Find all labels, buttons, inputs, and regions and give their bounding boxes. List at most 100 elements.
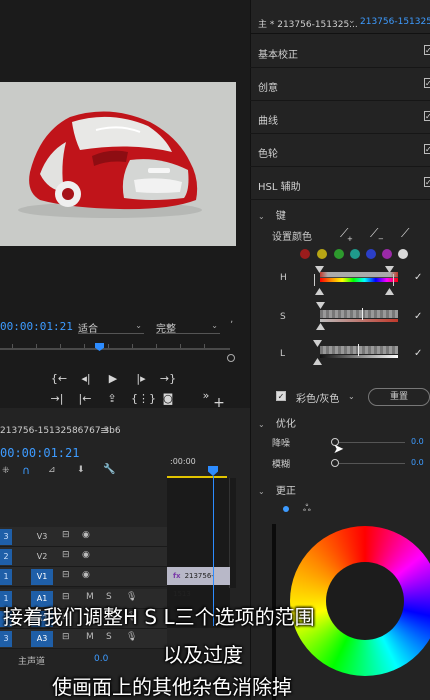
- extract-icon[interactable]: {⋮}: [131, 391, 156, 407]
- mark-in-icon[interactable]: {←: [50, 371, 68, 387]
- play-icon[interactable]: ▶: [104, 371, 122, 387]
- linked-selection-icon[interactable]: ⊿: [48, 465, 56, 475]
- settings-icon[interactable]: ʼ: [230, 320, 233, 331]
- eye-icon[interactable]: ◉: [82, 550, 90, 560]
- track-row-a3[interactable]: 3 A3 ⊟ M S 🎙: [0, 629, 167, 649]
- scrub-tick: [204, 344, 205, 348]
- playback-resolution-dropdown[interactable]: 完整 ⌄: [156, 320, 220, 335]
- optimize-subsection[interactable]: ⌄ 优化: [258, 415, 296, 430]
- preset-swatch-green[interactable]: [334, 249, 344, 259]
- track-target[interactable]: V1: [31, 569, 53, 585]
- solo-button[interactable]: S: [106, 632, 112, 642]
- panel-menu-icon[interactable]: ≡: [100, 424, 109, 437]
- track-row-v3[interactable]: 3 V3 ⊟ ◉: [0, 527, 167, 547]
- lift-icon[interactable]: ⇪: [103, 391, 121, 407]
- lightness-range-slider[interactable]: [320, 344, 398, 358]
- master-track[interactable]: 主声道 0.0: [0, 650, 167, 670]
- add-marker-icon[interactable]: ⬇: [77, 465, 85, 475]
- preset-swatch-yellow[interactable]: [317, 249, 327, 259]
- track-row-v1[interactable]: 1 V1 ⊟ ◉: [0, 567, 167, 587]
- color-gray-checkbox[interactable]: ✓: [276, 391, 286, 401]
- blur-slider-knob[interactable]: [331, 459, 339, 467]
- saturation-enable-checkbox[interactable]: ✓: [414, 312, 424, 322]
- track-target[interactable]: V2: [31, 549, 53, 565]
- master-volume-value[interactable]: 0.0: [94, 654, 108, 664]
- monitor-scrub-bar[interactable]: [0, 344, 230, 350]
- correction-subsection[interactable]: ⌄ 更正: [258, 482, 296, 497]
- single-wheel-mode-icon[interactable]: [283, 506, 289, 512]
- source-patch[interactable]: 3: [0, 631, 12, 647]
- enable-checkbox[interactable]: ✓: [424, 144, 430, 154]
- video-clip[interactable]: fx 213756-1513: [167, 567, 230, 598]
- source-patch[interactable]: 3: [0, 529, 12, 545]
- timeline-settings-icon[interactable]: 🔧: [103, 464, 115, 475]
- chevron-down-icon[interactable]: ⌄: [258, 420, 265, 429]
- track-target[interactable]: A3: [31, 631, 53, 647]
- snap-icon[interactable]: ∩: [22, 464, 30, 477]
- minus-sign: −: [378, 235, 384, 243]
- scrub-end-handle[interactable]: [227, 354, 235, 362]
- reset-button[interactable]: 重置: [368, 388, 430, 406]
- chevron-down-icon[interactable]: ⌄: [348, 16, 356, 26]
- chevron-down-icon[interactable]: ⌄: [258, 212, 265, 221]
- lightness-enable-checkbox[interactable]: ✓: [414, 349, 424, 359]
- three-wheel-mode-icon[interactable]: ஃ: [303, 503, 311, 515]
- key-subsection[interactable]: ⌄ 键: [258, 207, 286, 222]
- master-clip-label[interactable]: 主 * 213756-151325...: [258, 17, 358, 30]
- eye-icon[interactable]: ◉: [82, 570, 90, 580]
- blur-value[interactable]: 0.0: [411, 458, 424, 467]
- nest-icon[interactable]: ⁜: [2, 466, 10, 476]
- preset-swatch-red[interactable]: [300, 249, 310, 259]
- section-hsl-secondary[interactable]: HSL 辅助 ✓: [250, 167, 430, 200]
- lightness-bar: [320, 346, 398, 354]
- mark-out-icon[interactable]: →}: [159, 371, 177, 387]
- saturation-range-slider[interactable]: [320, 308, 398, 322]
- active-clip-label[interactable]: 213756-151325866: [360, 17, 430, 27]
- blur-label: 模糊: [272, 460, 291, 470]
- timeline-timecode[interactable]: 00:00:01:21: [0, 446, 79, 460]
- enable-checkbox[interactable]: ✓: [424, 45, 430, 55]
- preset-swatch-cyan[interactable]: [350, 249, 360, 259]
- mute-button[interactable]: M: [86, 632, 94, 642]
- hue-enable-checkbox[interactable]: ✓: [414, 273, 424, 283]
- color-gray-caret-icon[interactable]: ⌄: [348, 392, 355, 401]
- sync-lock-icon[interactable]: ⊟: [62, 570, 70, 580]
- track-row-v2[interactable]: 2 V2 ⊟ ◉: [0, 547, 167, 567]
- enable-checkbox[interactable]: ✓: [424, 111, 430, 121]
- enable-checkbox[interactable]: ✓: [424, 78, 430, 88]
- section-color-wheels[interactable]: 色轮 ✓: [250, 134, 430, 167]
- sync-lock-icon[interactable]: ⊟: [62, 530, 70, 540]
- go-to-in-icon[interactable]: →|: [48, 391, 66, 407]
- section-label: HSL 辅助: [258, 182, 301, 193]
- chevron-down-icon[interactable]: ⌄: [258, 487, 265, 496]
- go-to-out-icon[interactable]: |←: [76, 391, 94, 407]
- step-back-icon[interactable]: ◂|: [77, 371, 95, 387]
- sync-lock-icon[interactable]: ⊟: [62, 550, 70, 560]
- denoise-value[interactable]: 0.0: [411, 437, 424, 446]
- program-timecode[interactable]: 00:00:01:21: [0, 320, 73, 333]
- section-basic-correction[interactable]: 基本校正 ✓: [250, 35, 430, 68]
- step-forward-icon[interactable]: |▸: [132, 371, 150, 387]
- camera-icon[interactable]: ◙: [159, 391, 177, 407]
- eye-icon[interactable]: ◉: [82, 530, 90, 540]
- sync-lock-icon[interactable]: ⊟: [62, 632, 70, 642]
- blur-slider[interactable]: [335, 463, 405, 464]
- section-creative[interactable]: 创意 ✓: [250, 68, 430, 101]
- saturation-gradient: [320, 319, 398, 322]
- preset-swatch-blue[interactable]: [366, 249, 376, 259]
- denoise-slider[interactable]: [335, 442, 405, 443]
- track-target[interactable]: V3: [31, 529, 53, 545]
- preset-swatch-magenta[interactable]: [382, 249, 392, 259]
- microphone-icon[interactable]: 🎙: [126, 632, 137, 642]
- source-patch[interactable]: 2: [0, 549, 12, 565]
- eyedropper-remove-icon[interactable]: ⟋: [401, 226, 409, 241]
- chevron-down-icon: ⌄: [211, 321, 218, 330]
- hue-range-edge: [393, 274, 394, 286]
- preset-swatch-white[interactable]: [398, 249, 408, 259]
- section-curves[interactable]: 曲线 ✓: [250, 101, 430, 134]
- zoom-fit-dropdown[interactable]: 适合 ⌄: [78, 320, 144, 335]
- source-patch[interactable]: 1: [0, 569, 12, 585]
- enable-checkbox[interactable]: ✓: [424, 177, 430, 187]
- hue-range-slider[interactable]: [314, 272, 398, 286]
- timeline-scrollbar[interactable]: [229, 478, 236, 588]
